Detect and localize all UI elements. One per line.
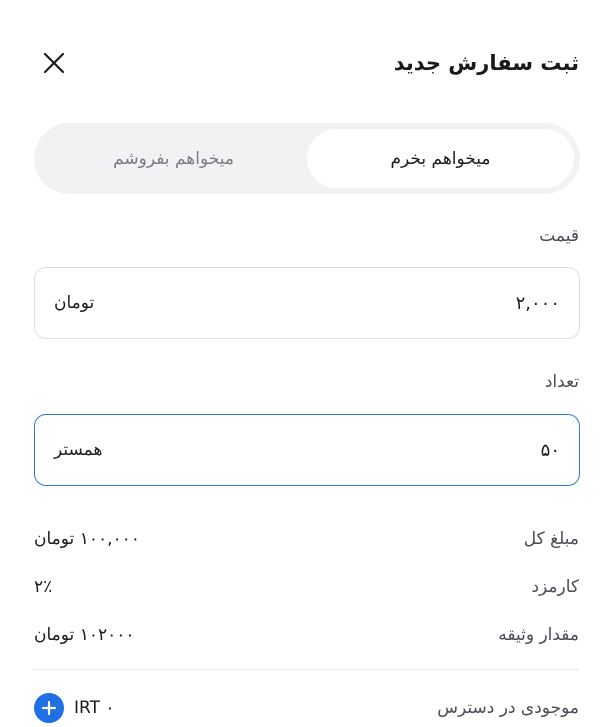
buy-sell-toggle: میخواهم بخرم میخواهم بفروشم xyxy=(34,123,580,194)
balance-value: ۰ IRT xyxy=(74,698,115,718)
fee-label: کارمزد xyxy=(531,577,579,597)
quantity-field-box: همستر xyxy=(34,414,580,486)
collateral-value: ۱۰۲۰۰۰ تومان xyxy=(34,625,135,645)
total-row: مبلغ کل ۱۰۰,۰۰۰ تومان xyxy=(34,524,579,554)
total-label: مبلغ کل xyxy=(523,529,579,549)
tab-sell[interactable]: میخواهم بفروشم xyxy=(40,129,307,188)
sheet-header: ثبت سفارش جدید xyxy=(34,40,579,86)
total-value: ۱۰۰,۰۰۰ تومان xyxy=(34,529,140,549)
balance-label: موجودی در دسترس xyxy=(437,698,579,718)
balance-group: ۰ IRT xyxy=(34,693,115,723)
price-field-box: تومان xyxy=(34,267,580,339)
quantity-input[interactable] xyxy=(360,439,560,461)
divider xyxy=(34,669,579,670)
price-unit: تومان xyxy=(54,293,95,313)
add-balance-button[interactable] xyxy=(34,693,64,723)
balance-row: موجودی در دسترس ۰ IRT xyxy=(34,693,579,723)
quantity-unit: همستر xyxy=(54,440,103,460)
plus-icon xyxy=(41,700,57,716)
quantity-label: تعداد xyxy=(544,372,579,392)
close-button[interactable] xyxy=(34,43,74,83)
close-icon xyxy=(43,52,65,74)
new-order-sheet: ثبت سفارش جدید میخواهم بخرم میخواهم بفرو… xyxy=(0,0,605,727)
price-label: قیمت xyxy=(539,226,579,246)
collateral-row: مقدار وثیقه ۱۰۲۰۰۰ تومان xyxy=(34,620,579,650)
tab-buy[interactable]: میخواهم بخرم xyxy=(307,129,574,188)
page-title: ثبت سفارش جدید xyxy=(393,51,579,75)
fee-row: کارمزد ۲٪ xyxy=(34,572,579,602)
collateral-label: مقدار وثیقه xyxy=(498,625,579,645)
fee-value: ۲٪ xyxy=(34,577,53,597)
price-input[interactable] xyxy=(360,292,560,314)
